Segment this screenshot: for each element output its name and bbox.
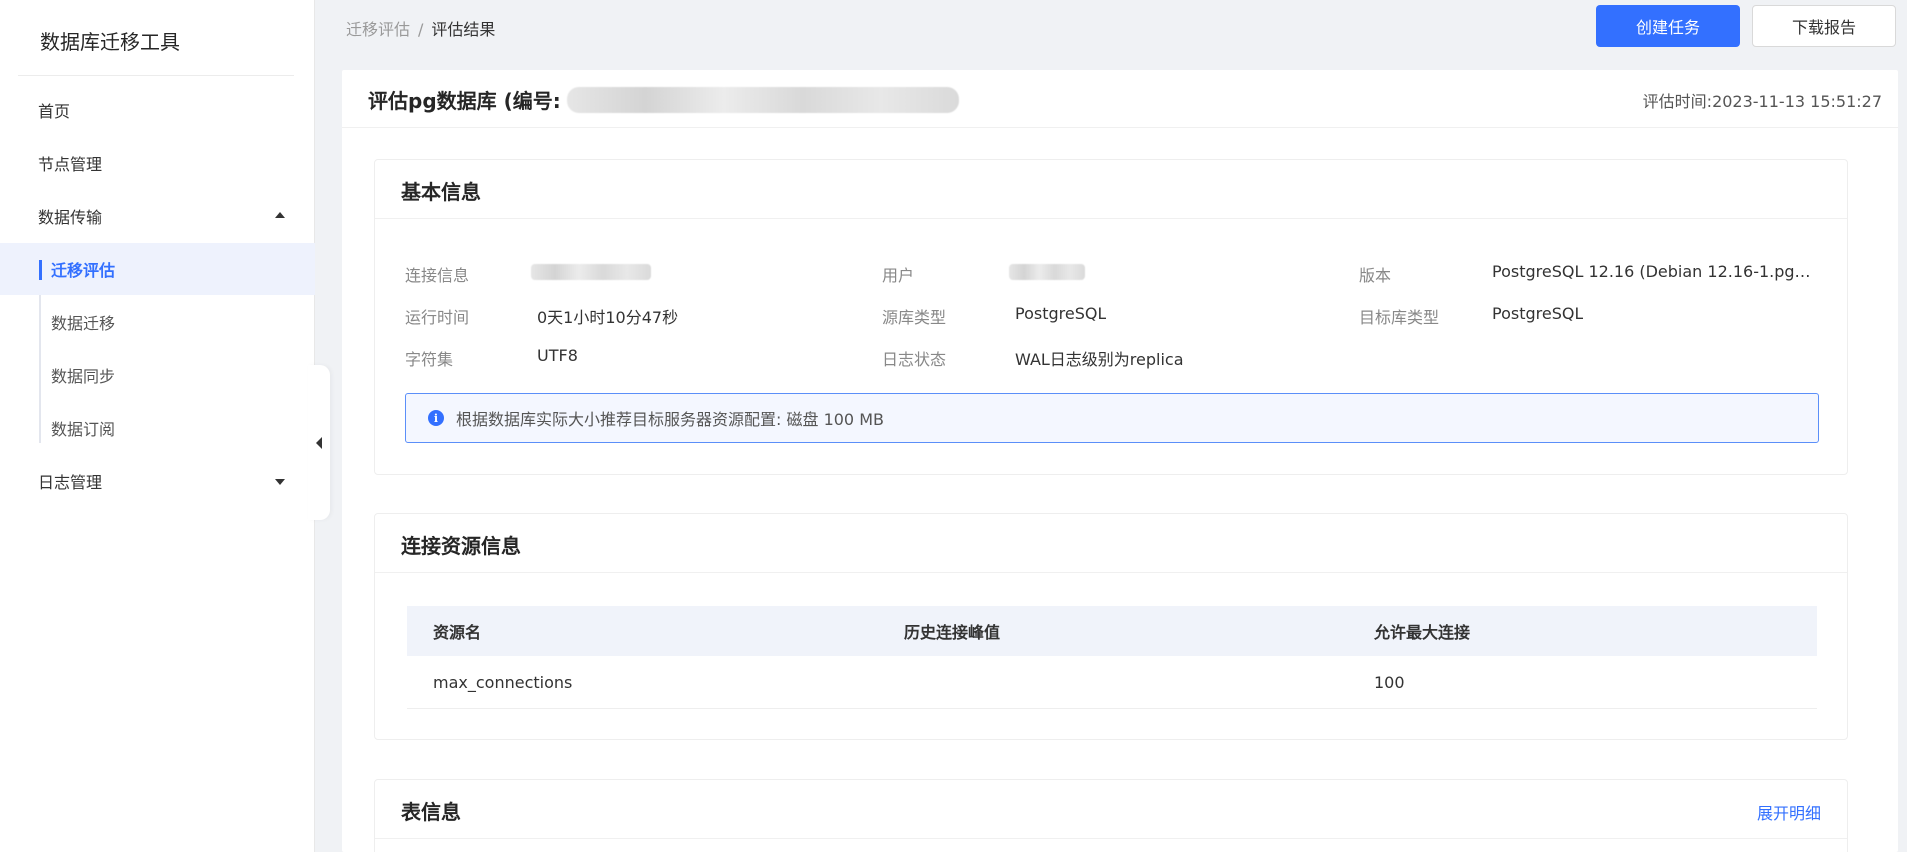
field-value-redacted [531,264,651,284]
sidebar-divider [18,75,294,76]
sidebar-item-data-subscription[interactable]: 数据订阅 [0,402,315,454]
column-header: 允许最大连接 [1374,623,1471,642]
sidebar-item-home[interactable]: 首页 [0,84,315,136]
chevron-down-icon [275,479,285,485]
sidebar-item-migration-assessment[interactable]: 迁移评估 [0,243,315,295]
field-label: 连接信息 [405,266,470,285]
chevron-left-icon [316,437,322,449]
assessment-time-value: 2023-11-13 15:51:27 [1712,92,1882,111]
sidebar-item-label: 迁移评估 [51,261,116,280]
active-indicator [39,260,42,280]
section-title: 表信息 [401,800,461,824]
info-row: 字符集 UTF8 日志状态 WAL日志级别为replica [375,346,1847,370]
sidebar-collapse-toggle[interactable] [308,365,330,520]
info-icon: i [428,410,444,426]
page-title: 评估pg数据库 (编号: [368,85,959,114]
breadcrumb-separator: / [418,20,424,39]
sidebar-item-label: 日志管理 [38,473,103,492]
sidebar-item-nodes[interactable]: 节点管理 [0,137,315,189]
sidebar-item-data-transfer[interactable]: 数据传输 [0,190,315,242]
table-row: max_connections 100 [407,656,1817,709]
field-label: 目标库类型 [1359,308,1440,327]
section-divider [375,572,1847,573]
sidebar-item-label: 数据订阅 [51,420,116,439]
sidebar-item-data-migration[interactable]: 数据迁移 [0,296,315,348]
expand-details-link[interactable]: 展开明细 [1757,800,1821,824]
field-label: 运行时间 [405,308,470,327]
header-divider [342,127,1898,128]
section-divider [375,218,1847,219]
sidebar-item-label: 数据传输 [38,208,103,227]
sidebar-item-label: 数据迁移 [51,314,116,333]
assessment-time: 评估时间:2023-11-13 15:51:27 [1643,88,1882,112]
field-value-redacted [1009,264,1085,284]
create-task-button[interactable]: 创建任务 [1596,5,1740,47]
field-value: PostgreSQL [1015,304,1107,323]
sidebar-item-data-sync[interactable]: 数据同步 [0,349,315,401]
column-header: 历史连接峰值 [904,623,1001,642]
sidebar-item-label: 节点管理 [38,155,103,174]
assessment-time-label: 评估时间: [1642,92,1713,111]
field-label: 版本 [1359,266,1392,285]
app-title: 数据库迁移工具 [40,30,180,54]
field-label: 字符集 [405,350,454,369]
field-label: 日志状态 [882,350,947,369]
table-cell: 100 [1374,672,1405,692]
sidebar-item-label: 首页 [38,102,71,121]
table-cell: max_connections [433,672,573,692]
breadcrumb: 迁移评估 / 评估结果 [346,16,495,40]
download-report-button[interactable]: 下载报告 [1752,5,1896,47]
main-card: 评估pg数据库 (编号: 评估时间:2023-11-13 15:51:27 基本… [342,70,1898,852]
section-title: 基本信息 [401,180,481,204]
table-info-section: 表信息 展开明细 [374,779,1848,852]
field-value: 0天1小时10分47秒 [537,308,679,327]
redacted-id [566,86,959,113]
basic-info-section: 基本信息 连接信息 用户 版本 PostgreSQL 12.16 (Debian… [374,159,1848,475]
breadcrumb-current: 评估结果 [431,20,496,39]
section-divider [375,838,1847,839]
redacted-connection [531,264,651,280]
field-value: UTF8 [537,346,578,365]
sidebar-item-log-management[interactable]: 日志管理 [0,455,315,507]
sidebar-item-label: 数据同步 [51,367,116,386]
field-value: WAL日志级别为replica [1015,350,1184,369]
field-label: 源库类型 [882,308,947,327]
breadcrumb-parent[interactable]: 迁移评估 [346,20,410,39]
sidebar: 数据库迁移工具 首页 节点管理 数据传输 迁移评估 数据迁移 数据同步 数据订阅… [0,0,315,852]
column-header: 资源名 [433,623,482,642]
info-row: 运行时间 0天1小时10分47秒 源库类型 PostgreSQL 目标库类型 P… [375,304,1847,328]
resource-recommendation-alert: i 根据数据库实际大小推荐目标服务器资源配置: 磁盘 100 MB [405,393,1819,443]
field-value: PostgreSQL 12.16 (Debian 12.16-1.pgdg120… [1492,262,1814,281]
info-row: 连接信息 用户 版本 PostgreSQL 12.16 (Debian 12.1… [375,262,1847,286]
page-title-text: 评估pg数据库 (编号: [368,89,561,113]
table-header: 资源名 历史连接峰值 允许最大连接 [407,606,1817,656]
field-label: 用户 [882,266,915,285]
chevron-up-icon [275,212,285,218]
field-value: PostgreSQL [1492,304,1584,323]
connection-resources-section: 连接资源信息 资源名 历史连接峰值 允许最大连接 max_connections… [374,513,1848,740]
alert-text: 根据数据库实际大小推荐目标服务器资源配置: 磁盘 100 MB [456,410,884,429]
redacted-user [1009,264,1085,280]
section-title: 连接资源信息 [401,534,521,558]
